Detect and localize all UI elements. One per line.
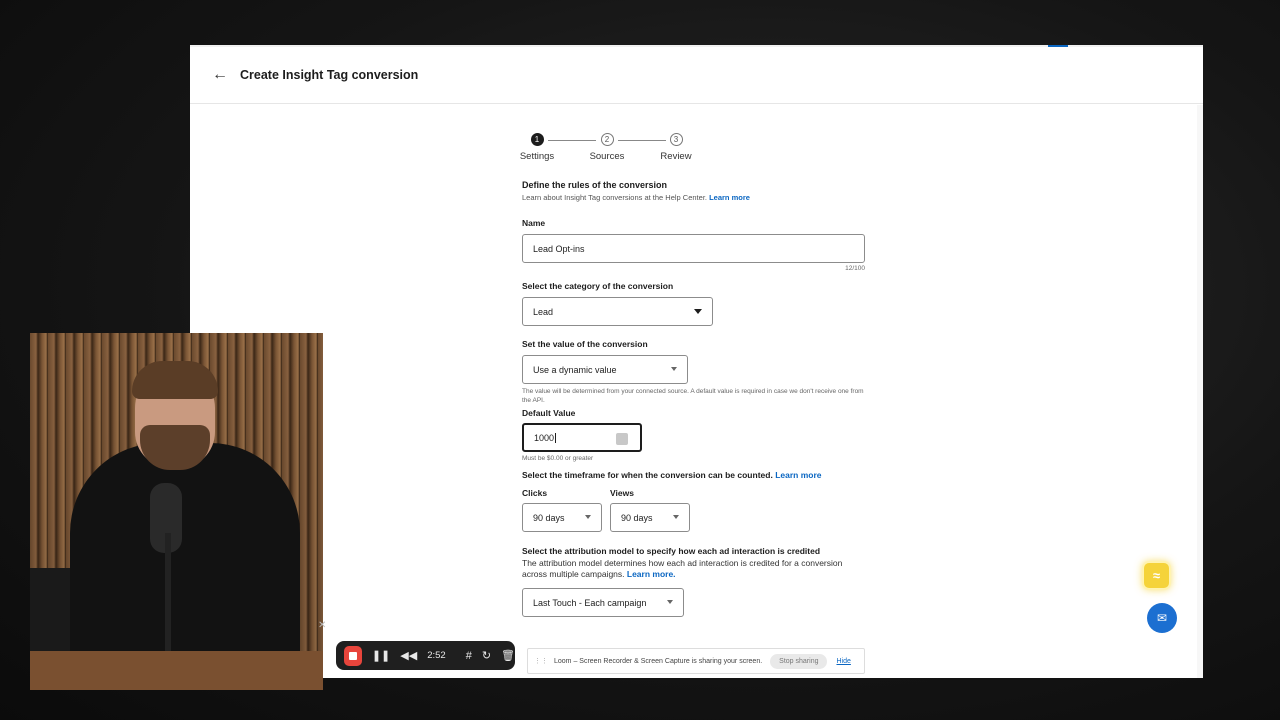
- grid-icon[interactable]: #: [466, 650, 472, 662]
- clicks-value: 90 days: [533, 512, 565, 523]
- name-label: Name: [522, 218, 546, 228]
- step-settings[interactable]: 1 Settings: [512, 133, 562, 162]
- rules-section: Define the rules of the conversion Learn…: [522, 180, 882, 202]
- rules-subtitle-text: Learn about Insight Tag conversions at t…: [522, 193, 707, 202]
- step-number: 1: [530, 133, 544, 146]
- step-label: Review: [660, 151, 692, 162]
- caret-down-icon: [667, 600, 673, 604]
- default-value-input[interactable]: 1000: [522, 423, 642, 452]
- step-number: 3: [669, 133, 683, 146]
- pause-icon[interactable]: ❚❚: [372, 649, 390, 662]
- default-value-section: Default Value 1000 Must be $0.00 or grea…: [522, 408, 882, 463]
- rules-title: Define the rules of the conversion: [522, 180, 668, 190]
- timeframe-label: Select the timeframe for when the conver…: [522, 470, 882, 480]
- attribution-label: Select the attribution model to specify …: [522, 546, 821, 556]
- loom-sharing-bar: ⋮⋮ Loom – Screen Recorder & Screen Captu…: [527, 648, 865, 674]
- learn-more-link[interactable]: Learn more: [709, 193, 750, 202]
- value-label: Set the value of the conversion: [522, 339, 648, 349]
- arrow-left-icon[interactable]: ←: [212, 67, 228, 83]
- clicks-label: Clicks: [522, 488, 548, 498]
- default-value-text: 1000: [534, 432, 555, 443]
- timeframe-label-text: Select the timeframe for when the conver…: [522, 470, 773, 480]
- category-select[interactable]: Lead: [522, 297, 713, 326]
- name-input[interactable]: Lead Opt-ins: [522, 234, 865, 263]
- rewind-icon[interactable]: ◀◀: [400, 649, 417, 662]
- caret-down-icon: [694, 309, 702, 314]
- chat-bubble-icon: ✉: [1156, 611, 1168, 625]
- browser-viewport: ← Create Insight Tag conversion 1 Settin…: [190, 45, 1203, 678]
- value-type: Use a dynamic value: [533, 364, 617, 375]
- attribution-description: The attribution model determines how eac…: [522, 558, 862, 580]
- calculator-icon[interactable]: [616, 433, 628, 445]
- value-select[interactable]: Use a dynamic value: [522, 355, 688, 384]
- default-value-label: Default Value: [522, 408, 576, 418]
- caret-down-icon: [671, 367, 677, 371]
- rules-subtitle: Learn about Insight Tag conversions at t…: [522, 193, 882, 202]
- drag-handle-icon[interactable]: ⋮⋮: [534, 657, 548, 665]
- attribution-value: Last Touch - Each campaign: [533, 597, 647, 608]
- caret-down-icon: [673, 515, 679, 519]
- desk: [30, 651, 323, 690]
- attribution-learn-more-link[interactable]: Learn more.: [627, 569, 676, 579]
- default-value-helper: Must be $0.00 or greater: [522, 455, 594, 462]
- trash-icon[interactable]: 🗑: [501, 649, 515, 662]
- category-value: Lead: [533, 306, 554, 317]
- step-label: Sources: [589, 151, 625, 162]
- stop-recording-button[interactable]: [344, 645, 362, 666]
- views-select[interactable]: 90 days: [610, 503, 690, 532]
- restart-icon[interactable]: ↻: [482, 649, 491, 662]
- category-label: Select the category of the conversion: [522, 281, 674, 291]
- stepper: 1 Settings 2 Sources 3 Review: [519, 133, 719, 173]
- webcam-overlay[interactable]: [30, 333, 323, 690]
- assistant-widget-icon[interactable]: ≈: [1142, 561, 1171, 590]
- attribution-section: Select the attribution model to specify …: [522, 546, 882, 617]
- caret-down-icon: [585, 515, 591, 519]
- timeframe-section: Select the timeframe for when the conver…: [522, 470, 882, 532]
- close-icon[interactable]: ✕: [318, 620, 326, 631]
- category-section: Select the category of the conversion Le…: [522, 281, 882, 326]
- person-hair: [132, 361, 218, 399]
- step-number: 2: [600, 133, 614, 146]
- chat-help-button[interactable]: ✉: [1147, 603, 1177, 633]
- page-header: ← Create Insight Tag conversion: [190, 47, 1203, 104]
- text-cursor: [555, 432, 557, 443]
- views-value: 90 days: [621, 512, 653, 523]
- timeframe-learn-more-link[interactable]: Learn more: [775, 470, 821, 480]
- spark-icon: ≈: [1152, 568, 1161, 583]
- name-section: Name Lead Opt-ins 12/100: [522, 218, 882, 272]
- step-review[interactable]: 3 Review: [651, 133, 701, 162]
- value-section: Set the value of the conversion Use a dy…: [522, 339, 882, 405]
- timeframe-row: Clicks 90 days Views 90 days: [522, 488, 882, 532]
- top-accent: [1048, 45, 1068, 47]
- step-sources[interactable]: 2 Sources: [582, 133, 632, 162]
- stop-sharing-button[interactable]: Stop sharing: [770, 653, 828, 669]
- attribution-description-text: The attribution model determines how eac…: [522, 558, 843, 579]
- recording-controls: ❚❚ ◀◀ 2:52 # ↻ 🗑: [336, 641, 515, 670]
- recording-timer: 2:52: [427, 650, 446, 661]
- step-label: Settings: [519, 151, 555, 162]
- views-label: Views: [610, 488, 634, 498]
- loom-message: Loom – Screen Recorder & Screen Capture …: [554, 657, 763, 665]
- value-helper: The value will be determined from your c…: [522, 388, 864, 404]
- page-title: Create Insight Tag conversion: [240, 68, 419, 82]
- clicks-select[interactable]: 90 days: [522, 503, 602, 532]
- conversion-form: 1 Settings 2 Sources 3 Review Define the…: [519, 133, 882, 617]
- person-body: [70, 443, 300, 683]
- clicks-group: Clicks 90 days: [522, 488, 602, 532]
- hide-button[interactable]: Hide: [836, 658, 850, 665]
- attribution-select[interactable]: Last Touch - Each campaign: [522, 588, 684, 617]
- name-value: Lead Opt-ins: [533, 243, 585, 254]
- scrollbar[interactable]: [1197, 105, 1203, 678]
- views-group: Views 90 days: [610, 488, 690, 532]
- stop-icon: [348, 651, 357, 660]
- name-counter: 12/100: [845, 265, 865, 272]
